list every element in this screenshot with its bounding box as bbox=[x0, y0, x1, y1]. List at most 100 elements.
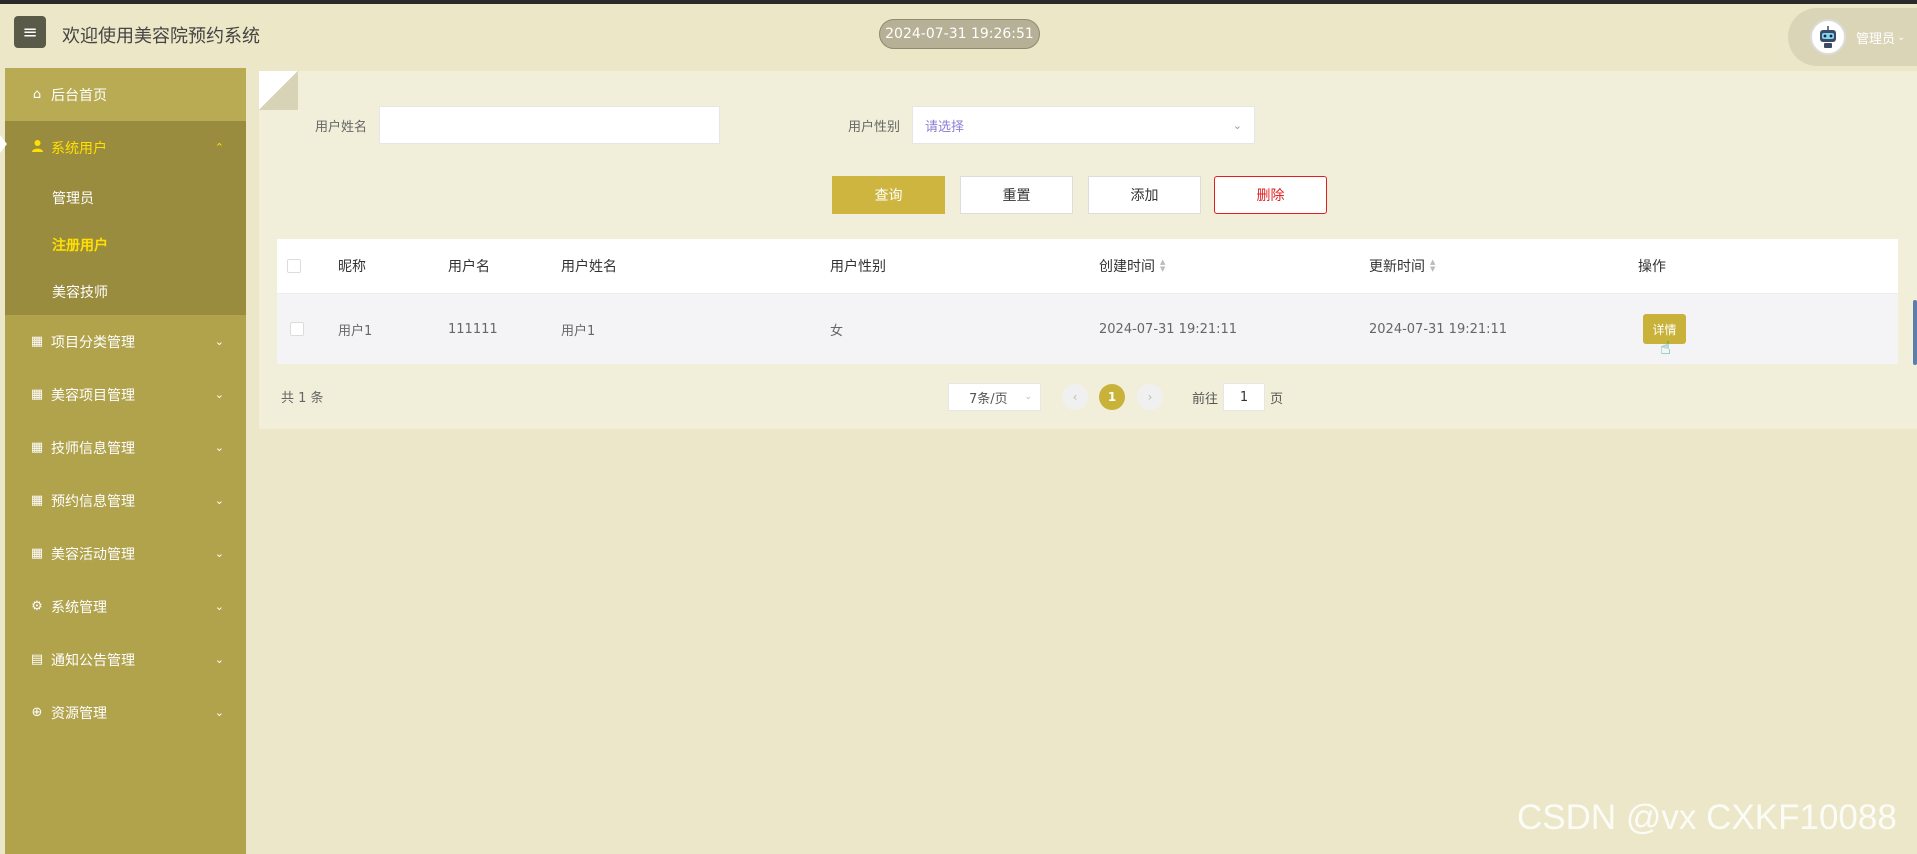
prev-page-button[interactable]: ‹ bbox=[1062, 384, 1088, 410]
column-header-created[interactable]: 创建时间 ▲ ▼ bbox=[1099, 239, 1165, 293]
sidebar-item-projects[interactable]: ▦ 美容项目管理 ⌄ bbox=[5, 368, 246, 421]
select-all-checkbox[interactable] bbox=[287, 259, 301, 273]
corner-fold bbox=[259, 71, 298, 110]
robot-avatar-icon bbox=[1820, 26, 1836, 48]
name-filter-label: 用户姓名 bbox=[315, 120, 368, 135]
grid-icon: ▦ bbox=[30, 493, 44, 508]
query-button[interactable]: 查询 bbox=[832, 176, 945, 214]
chevron-right-icon: › bbox=[1147, 390, 1153, 404]
page-number-current[interactable]: 1 bbox=[1099, 384, 1125, 410]
sidebar: ⌂ 后台首页 系统用户 ⌃ 管理员 注册用户 美容技师 ▦ 项目分类管理 ⌄ ▦… bbox=[5, 68, 246, 854]
grid-icon: ▦ bbox=[30, 440, 44, 455]
total-count: 共 1 条 bbox=[281, 391, 324, 406]
grid-icon: ▦ bbox=[30, 387, 44, 402]
add-button[interactable]: 添加 bbox=[1088, 176, 1201, 214]
next-page-button[interactable]: › bbox=[1137, 384, 1163, 410]
top-header: ≡ 欢迎使用美容院预约系统 2024-07-31 19:26:51 管理员 ⌄ bbox=[0, 0, 1917, 66]
cell-updated-time: 2024-07-31 19:21:11 bbox=[1369, 321, 1508, 337]
sidebar-item-resources[interactable]: ⊕ 资源管理 ⌄ bbox=[5, 686, 246, 739]
chevron-down-icon: ⌄ bbox=[214, 388, 224, 401]
cell-created-time: 2024-07-31 19:21:11 bbox=[1099, 321, 1238, 337]
chevron-down-icon: ⌄ bbox=[214, 335, 224, 348]
sidebar-item-label: 系统用户 bbox=[51, 140, 107, 157]
sidebar-item-label: 技师信息管理 bbox=[51, 440, 135, 457]
user-name: 管理员 bbox=[1856, 31, 1896, 47]
chevron-down-icon: ⌄ bbox=[1232, 118, 1242, 132]
sort-icon[interactable]: ▲ ▼ bbox=[1430, 259, 1435, 273]
active-marker bbox=[0, 135, 7, 153]
chevron-down-icon: ⌄ bbox=[214, 706, 224, 719]
column-header-label: 更新时间 bbox=[1369, 259, 1425, 275]
column-header: 操作 bbox=[1638, 259, 1666, 275]
sidebar-subitem-registered-users[interactable]: 注册用户 bbox=[5, 221, 246, 268]
sidebar-item-label: 通知公告管理 bbox=[51, 652, 135, 669]
gear-icon: ⚙ bbox=[31, 599, 43, 614]
sidebar-subitem-technicians[interactable]: 美容技师 bbox=[5, 268, 246, 315]
user-menu[interactable]: 管理员 ⌄ bbox=[1788, 8, 1917, 66]
watermark: CSDN @vx CXKF10088 bbox=[1517, 798, 1897, 837]
datetime-badge: 2024-07-31 19:26:51 bbox=[879, 19, 1040, 49]
chevron-down-icon: ⌄ bbox=[214, 547, 224, 560]
select-all-cell bbox=[287, 239, 301, 293]
sidebar-item-label: 系统管理 bbox=[51, 599, 107, 616]
column-header: 用户姓名 bbox=[561, 259, 617, 275]
sidebar-item-label: 后台首页 bbox=[51, 87, 107, 104]
sidebar-item-category[interactable]: ▦ 项目分类管理 ⌄ bbox=[5, 315, 246, 368]
sidebar-item-home[interactable]: ⌂ 后台首页 bbox=[5, 68, 246, 121]
goto-page-input[interactable]: 1 bbox=[1223, 383, 1265, 411]
row-checkbox[interactable] bbox=[290, 322, 304, 336]
column-header-updated[interactable]: 更新时间 ▲ ▼ bbox=[1369, 239, 1435, 293]
sidebar-subitem-admin[interactable]: 管理员 bbox=[5, 174, 246, 221]
sidebar-item-label: 资源管理 bbox=[51, 705, 107, 722]
chevron-down-icon: ⌄ bbox=[214, 600, 224, 613]
row-select-cell bbox=[290, 294, 304, 364]
chevron-down-icon: ⌄ bbox=[214, 494, 224, 507]
sort-icon[interactable]: ▲ ▼ bbox=[1160, 259, 1165, 273]
cell-nickname: 用户1 bbox=[338, 323, 373, 339]
gender-filter-select[interactable]: 请选择 ⌄ bbox=[912, 106, 1255, 144]
delete-button[interactable]: 删除 bbox=[1214, 176, 1327, 214]
sidebar-item-appointments[interactable]: ▦ 预约信息管理 ⌄ bbox=[5, 474, 246, 527]
name-filter-input[interactable] bbox=[379, 106, 720, 144]
sidebar-item-system-users[interactable]: 系统用户 ⌃ bbox=[5, 121, 246, 174]
sidebar-group-system-users: 系统用户 ⌃ 管理员 注册用户 美容技师 bbox=[5, 121, 246, 315]
user-icon bbox=[27, 139, 47, 156]
column-header: 用户名 bbox=[448, 259, 490, 275]
grid-icon: ▦ bbox=[30, 546, 44, 561]
reset-button[interactable]: 重置 bbox=[960, 176, 1073, 214]
avatar bbox=[1810, 19, 1846, 55]
sidebar-item-activities[interactable]: ▦ 美容活动管理 ⌄ bbox=[5, 527, 246, 580]
sidebar-item-label: 美容活动管理 bbox=[51, 546, 135, 563]
goto-suffix: 页 bbox=[1270, 392, 1284, 407]
hamburger-icon: ≡ bbox=[22, 21, 38, 43]
home-icon: ⌂ bbox=[32, 87, 42, 102]
column-header: 用户性别 bbox=[830, 259, 886, 275]
sidebar-item-label: 项目分类管理 bbox=[51, 334, 135, 351]
menu-toggle-button[interactable]: ≡ bbox=[14, 16, 46, 48]
page-size-value: 7条/页 bbox=[969, 391, 1008, 407]
chevron-left-icon: ‹ bbox=[1072, 390, 1078, 404]
cell-username: 111111 bbox=[448, 321, 498, 337]
cell-real-name: 用户1 bbox=[561, 323, 596, 339]
gender-select-placeholder: 请选择 bbox=[925, 119, 965, 135]
chevron-down-icon: ⌄ bbox=[1897, 31, 1906, 43]
gender-filter-label: 用户性别 bbox=[848, 120, 901, 135]
sidebar-item-label: 美容项目管理 bbox=[51, 387, 135, 404]
chevron-down-icon: ⌄ bbox=[214, 653, 224, 666]
sidebar-item-system[interactable]: ⚙ 系统管理 ⌄ bbox=[5, 580, 246, 633]
goto-prefix: 前往 bbox=[1192, 392, 1219, 407]
grid-icon: ▦ bbox=[30, 334, 44, 349]
scrollbar-thumb[interactable] bbox=[1913, 300, 1917, 365]
sidebar-item-label: 预约信息管理 bbox=[51, 493, 135, 510]
sidebar-item-notices[interactable]: ▤ 通知公告管理 ⌄ bbox=[5, 633, 246, 686]
pointer-cursor-icon: ☝ bbox=[1660, 338, 1671, 359]
table-row: 用户1 111111 用户1 女 2024-07-31 19:21:11 202… bbox=[277, 294, 1898, 364]
document-icon: ▤ bbox=[30, 652, 44, 667]
app-title: 欢迎使用美容院预约系统 bbox=[62, 26, 260, 47]
column-header-label: 创建时间 bbox=[1099, 259, 1155, 275]
cell-gender: 女 bbox=[830, 323, 844, 339]
chevron-down-icon: ⌄ bbox=[214, 441, 224, 454]
chevron-down-icon: ⌄ bbox=[1024, 392, 1032, 402]
page-size-select[interactable]: 7条/页 ⌄ bbox=[948, 383, 1041, 411]
sidebar-item-technician-info[interactable]: ▦ 技师信息管理 ⌄ bbox=[5, 421, 246, 474]
